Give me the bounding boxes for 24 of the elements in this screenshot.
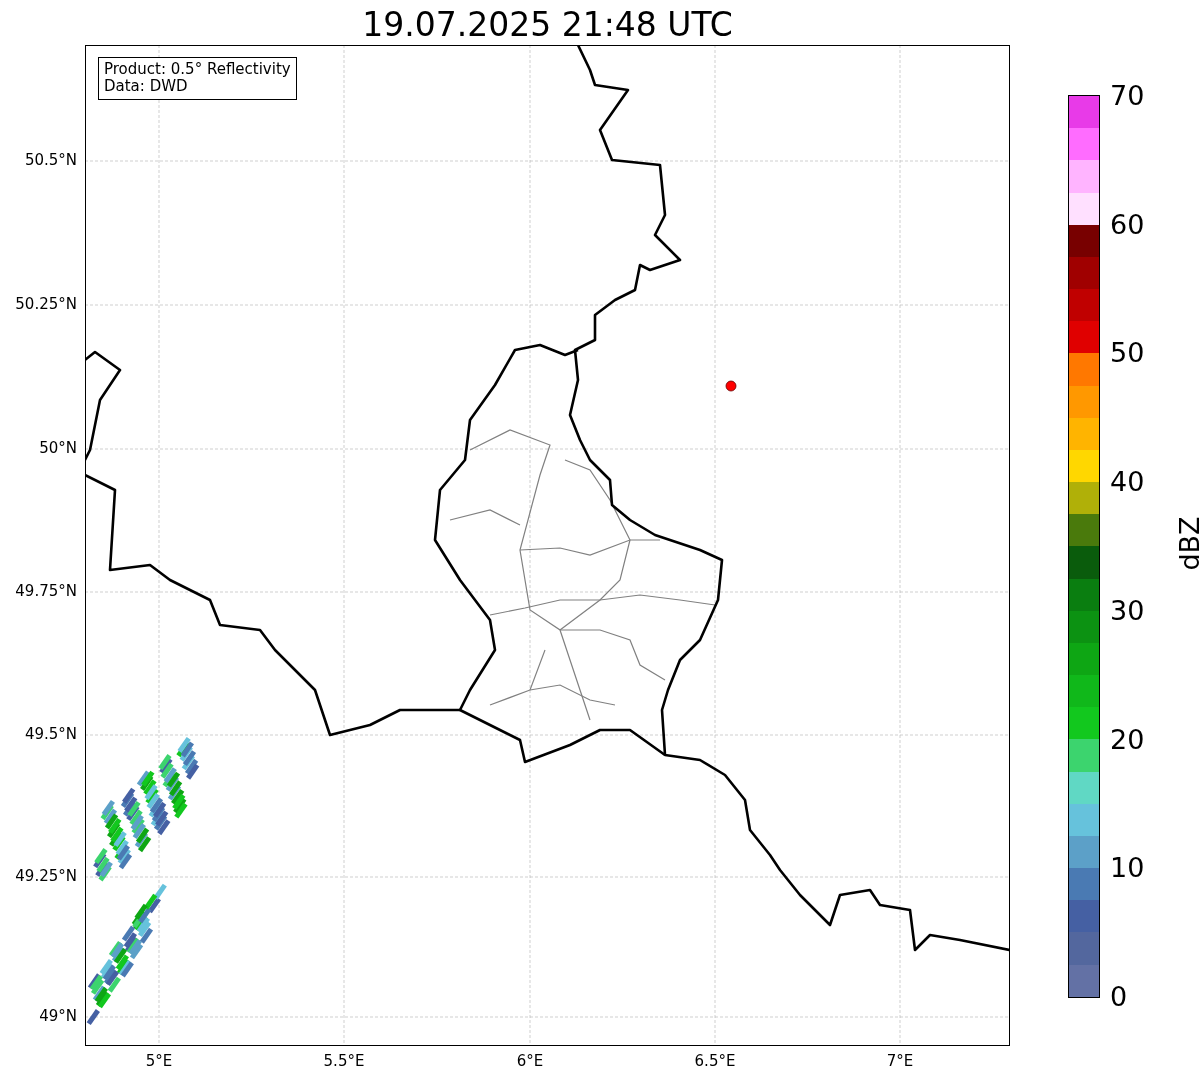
colorbar-tick-label: 20 (1110, 725, 1145, 753)
longitude-label: 6°E (516, 1054, 544, 1069)
latitude-label: 49°N (39, 1009, 77, 1024)
colorbar-tick-label: 60 (1110, 210, 1145, 238)
info-text: Data: DWD (104, 78, 189, 96)
latitude-label: 50.25°N (15, 297, 77, 312)
colorbar-tick-label: 0 (1110, 983, 1128, 1010)
longitude-label: 7°E (886, 1054, 914, 1069)
colorbar-tick-label: 10 (1110, 854, 1145, 882)
latitude-label: 50°N (39, 441, 77, 456)
latitude-label: 49.5°N (24, 727, 77, 742)
colorbar-tick-label: 30 (1110, 596, 1145, 624)
colorbar-tick-label: 40 (1110, 468, 1145, 496)
colorbar-tick-label: 50 (1110, 339, 1145, 367)
colorbar-tick-label: 70 (1110, 82, 1145, 109)
latitude-label: 49.25°N (15, 869, 77, 884)
chart-title: 19.07.2025 21:48 UTC (361, 4, 734, 45)
longitude-label: 5°E (145, 1054, 173, 1069)
longitude-label: 6.5°E (694, 1054, 736, 1069)
longitude-label: 5.5°E (323, 1054, 365, 1069)
latitude-label: 50.5°N (24, 153, 77, 168)
info-text: Product: 0.5° Reflectivity (104, 61, 291, 79)
latitude-label: 49.75°N (15, 584, 77, 599)
colorbar-label: dBZ (1175, 516, 1202, 571)
